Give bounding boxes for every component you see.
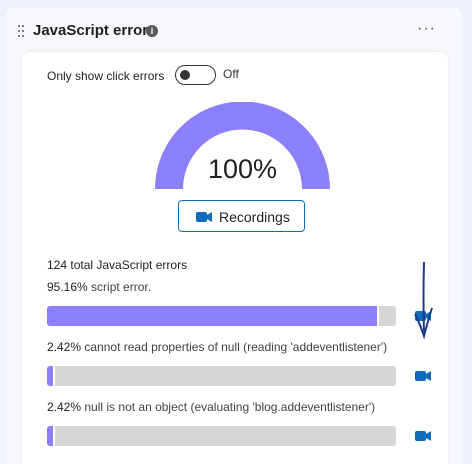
widget-header: JavaScript errors i ··· bbox=[6, 8, 462, 52]
error-item-text: 2.42% null is not an object (evaluating … bbox=[47, 400, 375, 414]
toggle-label: Only show click errors bbox=[47, 69, 165, 83]
arrow-down-icon bbox=[414, 262, 433, 340]
video-camera-icon[interactable] bbox=[415, 430, 431, 442]
error-bar-track bbox=[47, 306, 396, 326]
error-percent: 95.16% bbox=[47, 280, 88, 294]
toggle-knob bbox=[180, 70, 190, 80]
drag-handle-icon[interactable] bbox=[18, 25, 26, 37]
error-item-text: 2.42% cannot read properties of null (re… bbox=[47, 340, 387, 354]
javascript-errors-widget: JavaScript errors i ··· Only show click … bbox=[6, 8, 462, 464]
error-bar-track bbox=[47, 366, 396, 386]
error-message: cannot read properties of null (reading … bbox=[84, 340, 388, 354]
error-message: script error. bbox=[91, 280, 152, 294]
recordings-button-label: Recordings bbox=[219, 209, 290, 225]
error-bar-fill bbox=[47, 306, 379, 326]
error-percent: 2.42% bbox=[47, 340, 82, 354]
video-camera-icon[interactable] bbox=[415, 370, 431, 382]
more-options-icon[interactable]: ··· bbox=[417, 20, 436, 38]
error-item-text: 95.16% script error. bbox=[47, 280, 151, 294]
widget-body: Only show click errors Off 100% Recordin… bbox=[22, 52, 448, 464]
error-message: null is not an object (evaluating 'blog.… bbox=[84, 400, 376, 414]
toggle-state-label: Off bbox=[223, 67, 239, 81]
recordings-button[interactable]: Recordings bbox=[178, 200, 305, 232]
video-camera-icon bbox=[196, 212, 212, 222]
error-percent: 2.42% bbox=[47, 400, 82, 414]
click-errors-toggle[interactable] bbox=[175, 65, 216, 85]
info-icon[interactable]: i bbox=[146, 25, 158, 37]
widget-title: JavaScript errors bbox=[33, 22, 157, 39]
gauge-value: 100% bbox=[207, 154, 278, 184]
total-errors-label: 124 total JavaScript errors bbox=[47, 258, 188, 272]
error-bar-fill bbox=[47, 366, 55, 386]
error-bar-fill bbox=[47, 426, 55, 446]
error-bar-track bbox=[47, 426, 396, 446]
